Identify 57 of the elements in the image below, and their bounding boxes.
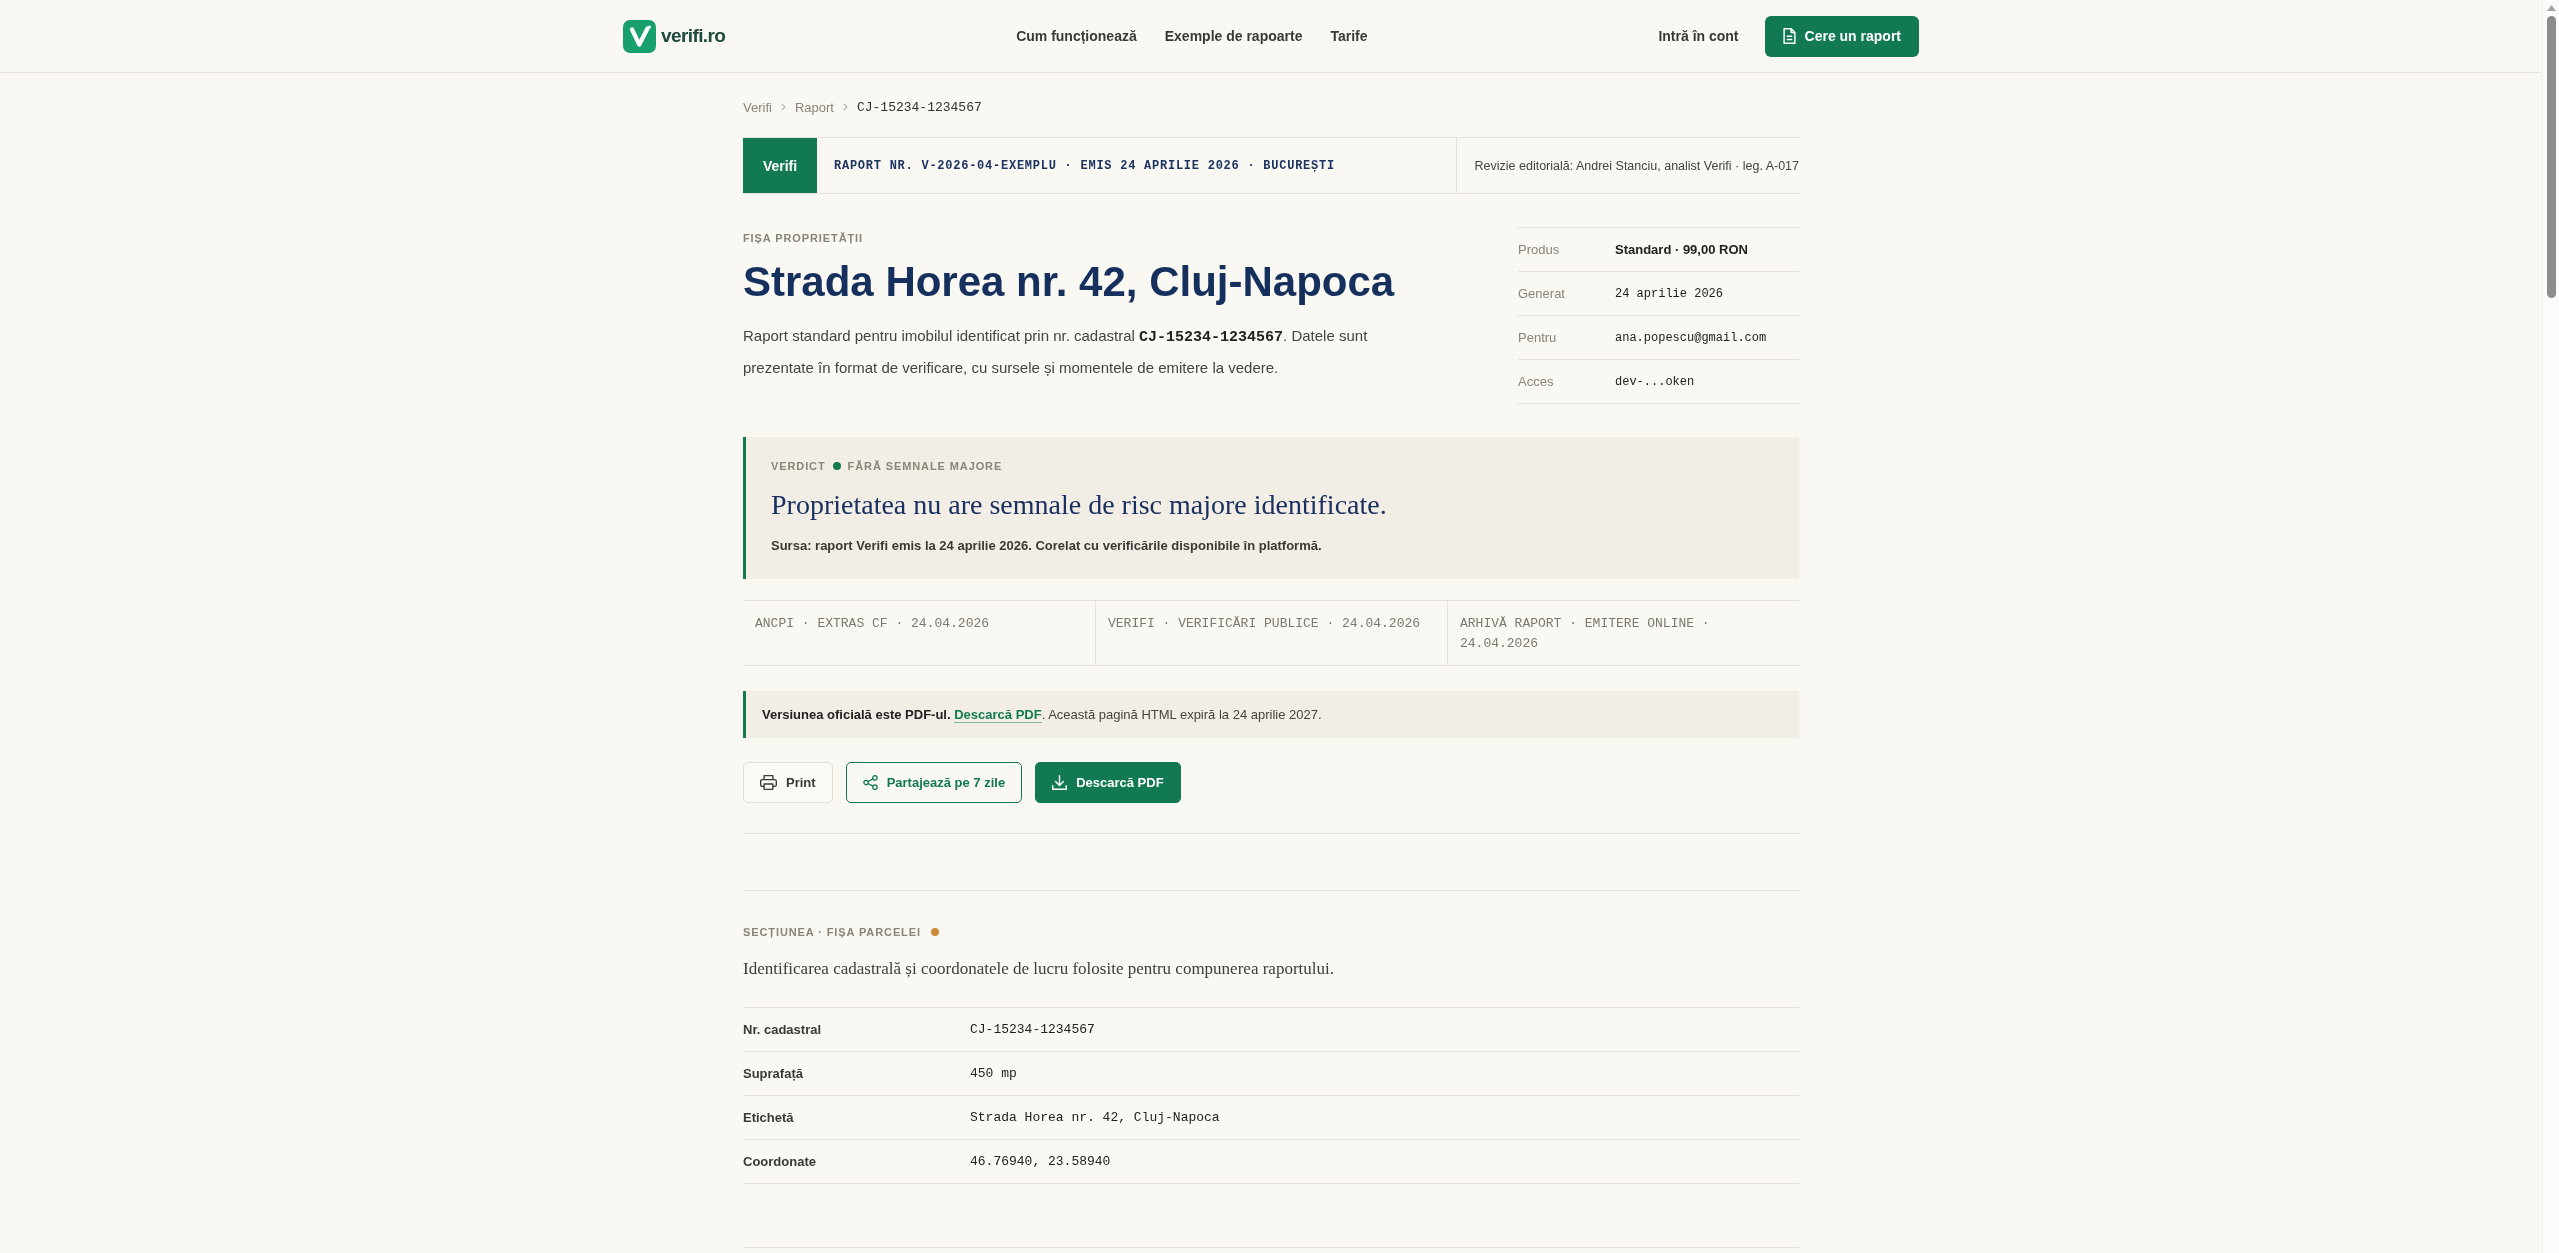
- source-label: VERIFI · VERIFICĂRI PUBLICE · 24.04.2026: [1108, 616, 1421, 631]
- meta-value: dev-...oken: [1615, 374, 1695, 389]
- scrollbar-thumb[interactable]: [2546, 16, 2556, 298]
- share-icon: [862, 775, 878, 790]
- editorial-review: Revizie editorială: Andrei Stanciu, analist Verifi · leg. A-017: [1474, 158, 1799, 173]
- property-title: Strada Horea nr. 42, Cluj-Napoca: [743, 258, 1395, 306]
- document-icon: [1782, 28, 1796, 44]
- field-label: Suprafață: [743, 1066, 804, 1081]
- meta-label: Acces: [1518, 374, 1555, 389]
- logo-text[interactable]: verifi.ro: [661, 25, 726, 47]
- download-icon: [1052, 775, 1068, 790]
- source-label: ARHIVĂ RAPORT · EMITERE ONLINE · 24.04.2026: [1460, 616, 1710, 651]
- section-description: Identificarea cadastrală și coordonatele de lucru folosite pentru compunerea raportului.: [743, 958, 1335, 980]
- printer-icon: [760, 775, 777, 790]
- status-dot-icon: [930, 928, 939, 936]
- verdict-label: VERDICT: [771, 459, 826, 474]
- request-report-button[interactable]: Cere un raport: [1764, 15, 1919, 57]
- share-button[interactable]: Partajează pe 7 zile: [845, 762, 1023, 803]
- meta-label: Generat: [1518, 286, 1566, 301]
- field-value: 450 mp: [970, 1066, 1017, 1081]
- field-value: CJ-15234-1234567: [970, 1022, 1095, 1037]
- verdict-status: FĂRĂ SEMNALE MAJORE: [847, 459, 1003, 474]
- field-label: Etichetă: [743, 1110, 795, 1125]
- scrollbar[interactable]: [2542, 0, 2559, 1253]
- chevron-icon: [780, 103, 786, 111]
- download-pdf-link[interactable]: Descarcă PDF: [954, 707, 1042, 723]
- chevron-icon: [842, 103, 848, 111]
- print-button[interactable]: Print: [743, 762, 833, 803]
- pdf-notice-text: Versiunea oficială este PDF-ul. Descarcă PDF. Această pagină HTML expiră la 24 aprilie 2027.: [762, 707, 1322, 722]
- field-value: Strada Horea nr. 42, Cluj-Napoca: [970, 1110, 1220, 1125]
- breadcrumb-link[interactable]: Raport: [794, 99, 834, 115]
- scroll-up-arrow-icon: [2546, 5, 2556, 11]
- login-link[interactable]: Intră în cont: [1658, 28, 1739, 44]
- verdict-heading: Proprietatea nu are semnale de risc majore identificate.: [771, 488, 1388, 522]
- verdict-source: Sursa: raport Verifi emis la 24 aprilie 2026. Corelat cu verificările disponibile în platformă.: [771, 537, 1323, 555]
- report-badge: Verifi: [743, 138, 817, 193]
- field-label: Nr. cadastral: [743, 1022, 823, 1037]
- meta-value: 24 aprilie 2026: [1615, 286, 1724, 301]
- field-label: Coordonate: [743, 1154, 817, 1169]
- logo-icon: [623, 19, 656, 53]
- property-intro: Raport standard pentru imobilul identificat prin nr. cadastral CJ-15234-1234567. Datele sunt prezentate în format de verificare, cu sursele și momentele de emitere la vedere.: [743, 326, 1369, 378]
- source-label: ANCPI · EXTRAS CF · 24.04.2026: [755, 616, 990, 631]
- nav-link[interactable]: Cum funcționează: [1016, 28, 1137, 44]
- field-value: 46.76940, 23.58940: [970, 1154, 1111, 1169]
- breadcrumb-current: CJ-15234-1234567: [856, 99, 982, 115]
- meta-value: Standard · 99,00 RON: [1615, 242, 1748, 257]
- section-eyebrow: SECȚIUNEA · FIȘA PARCELEI: [743, 925, 921, 940]
- meta-label: Pentru: [1518, 330, 1558, 345]
- nav-link[interactable]: Exemple de rapoarte: [1164, 28, 1303, 44]
- meta-label: Produs: [1518, 242, 1561, 257]
- report-reference: RAPORT NR. V-2026-04-EXEMPLU · EMIS 24 APRILIE 2026 · BUCUREȘTI: [834, 158, 1335, 173]
- breadcrumb-link[interactable]: Verifi: [743, 99, 772, 115]
- status-dot-icon: [832, 462, 841, 470]
- nav-link[interactable]: Tarife: [1330, 28, 1368, 44]
- property-eyebrow: FIȘA PROPRIETĂȚII: [743, 231, 863, 246]
- download-pdf-button[interactable]: Descarcă PDF: [1035, 762, 1181, 803]
- meta-value: ana.popescu@gmail.com: [1615, 330, 1767, 345]
